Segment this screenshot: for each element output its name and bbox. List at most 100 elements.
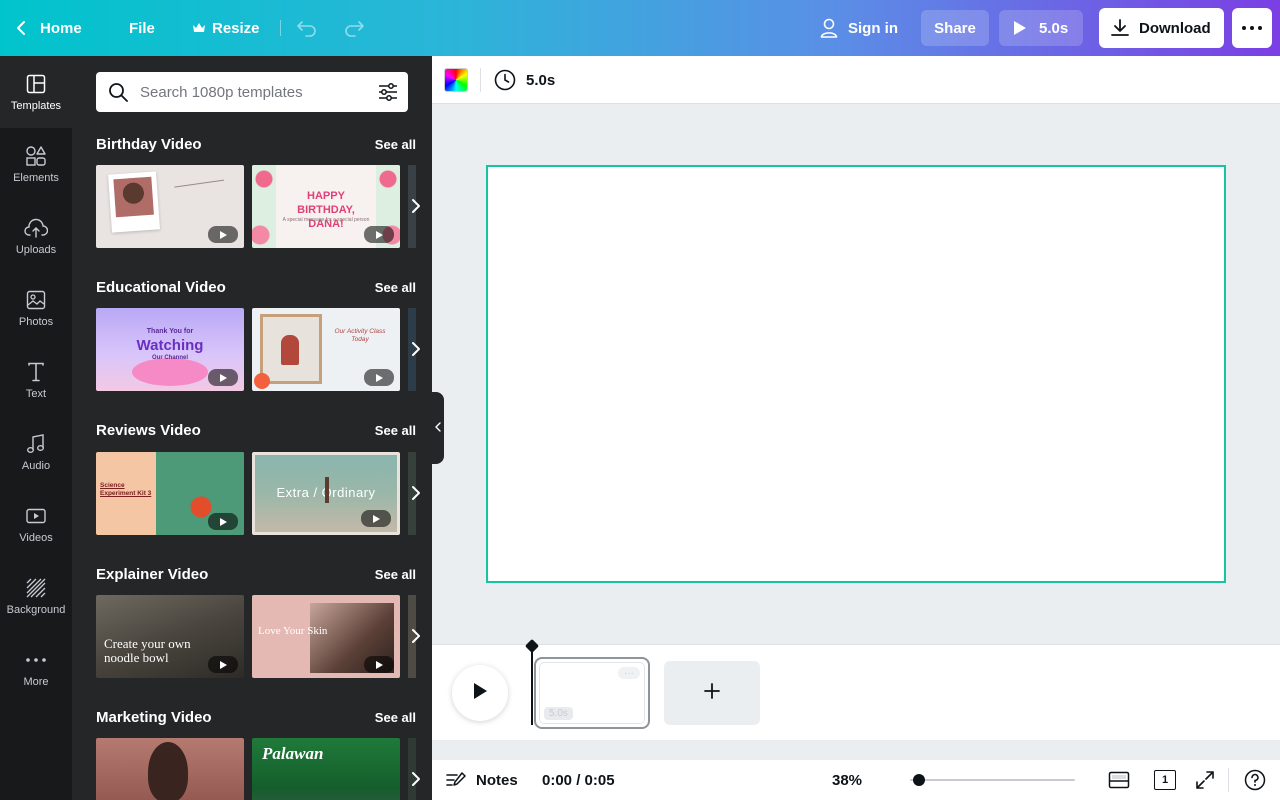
script-decoration xyxy=(174,179,228,215)
undo-button[interactable] xyxy=(296,10,318,46)
page-duration-button[interactable]: 5.0s xyxy=(494,68,555,92)
template-thumbnail[interactable]: Science Experiment Kit 3 xyxy=(96,452,244,535)
redo-icon xyxy=(343,19,365,37)
rail-item-uploads[interactable]: Uploads xyxy=(0,200,72,272)
zoom-slider-track[interactable] xyxy=(910,779,1075,781)
playhead[interactable] xyxy=(531,645,533,725)
section-educational-video: Educational Video See all Thank You for … xyxy=(96,277,420,391)
more-dots-icon xyxy=(26,648,46,672)
rail-item-text[interactable]: Text xyxy=(0,344,72,416)
home-button[interactable]: Home xyxy=(16,10,82,46)
resize-button[interactable]: Resize xyxy=(192,10,260,46)
template-thumbnail[interactable]: Create your own noodle bowl xyxy=(96,595,244,678)
download-icon xyxy=(1111,19,1129,37)
zoom-percentage[interactable]: 38% xyxy=(832,768,862,792)
help-icon xyxy=(1244,769,1266,791)
toolbar-divider xyxy=(480,68,481,92)
template-thumbnail[interactable]: Thank You for Watching Our Channel xyxy=(96,308,244,391)
template-thumbnail[interactable] xyxy=(96,165,244,248)
file-menu-button[interactable]: File xyxy=(129,10,155,46)
rail-item-more[interactable]: More xyxy=(0,632,72,704)
thumbnail-title: Watching xyxy=(136,337,204,354)
rail-item-elements[interactable]: Elements xyxy=(0,128,72,200)
more-options-button[interactable] xyxy=(1232,8,1272,48)
video-badge xyxy=(364,369,394,386)
download-button[interactable]: Download xyxy=(1099,8,1224,48)
template-thumbnail[interactable]: Love Your Skin xyxy=(252,595,400,678)
chevron-right-icon[interactable] xyxy=(403,622,429,650)
clip-duration-badge: 5.0s xyxy=(544,707,573,720)
section-title: Birthday Video xyxy=(96,135,202,153)
undo-icon xyxy=(296,19,318,37)
rail-item-videos[interactable]: Videos xyxy=(0,488,72,560)
timeline-page-clip[interactable]: ··· 5.0s xyxy=(534,657,650,729)
thumbnail-text: Thank You for xyxy=(146,328,194,335)
template-search-input[interactable] xyxy=(140,83,368,101)
video-badge xyxy=(364,656,394,673)
design-canvas[interactable] xyxy=(486,165,1226,583)
pages-icon: 1 xyxy=(1154,770,1176,790)
page-count-button[interactable]: 1 xyxy=(1154,768,1176,792)
chevron-right-icon[interactable] xyxy=(403,479,429,507)
thumbnail-title: Science Experiment Kit 3 xyxy=(100,482,152,497)
thumbnail-title: Create your own noodle bowl xyxy=(104,636,191,665)
section-reviews-video: Reviews Video See all Science Experiment… xyxy=(96,420,420,535)
section-title: Explainer Video xyxy=(96,565,209,583)
section-title: Educational Video xyxy=(96,278,226,296)
rail-item-templates[interactable]: Templates xyxy=(0,56,72,128)
chevron-right-icon[interactable] xyxy=(403,335,429,363)
video-badge xyxy=(208,226,238,243)
fullscreen-button[interactable] xyxy=(1196,768,1214,792)
playhead-handle[interactable] xyxy=(524,638,540,654)
rail-item-photos[interactable]: Photos xyxy=(0,272,72,344)
template-thumbnail[interactable]: Our Activity Class Today xyxy=(252,308,400,391)
see-all-link[interactable]: See all xyxy=(375,423,416,438)
template-thumbnail[interactable]: Extra / Ordinary xyxy=(252,452,400,535)
color-picker-swatch[interactable] xyxy=(444,68,468,92)
chevron-left-icon xyxy=(16,20,26,36)
thumbnail-subtitle: Our Channel xyxy=(151,355,188,361)
timeline: ··· 5.0s xyxy=(432,638,1280,740)
rail-label: Uploads xyxy=(15,244,57,256)
play-icon xyxy=(472,682,488,705)
plus-icon xyxy=(703,682,721,705)
upload-cloud-icon xyxy=(24,216,48,240)
video-badge xyxy=(208,369,238,386)
timeline-play-button[interactable] xyxy=(452,665,508,721)
template-thumbnail[interactable]: Palawan xyxy=(252,738,400,800)
template-thumbnail[interactable] xyxy=(96,738,244,800)
see-all-link[interactable]: See all xyxy=(375,280,416,295)
templates-icon xyxy=(26,72,46,96)
preview-play-button[interactable]: 5.0s xyxy=(999,10,1083,46)
grid-view-icon xyxy=(1108,771,1130,789)
chevron-right-icon[interactable] xyxy=(403,192,429,220)
person-figure xyxy=(325,477,329,503)
redo-button[interactable] xyxy=(343,10,365,46)
chevron-right-icon[interactable] xyxy=(403,765,429,793)
sign-in-button[interactable]: Sign in xyxy=(820,10,898,46)
help-button[interactable] xyxy=(1244,768,1266,792)
background-hatch-icon xyxy=(26,576,46,600)
share-button[interactable]: Share xyxy=(921,10,989,46)
more-horizontal-icon[interactable]: ··· xyxy=(618,667,640,679)
zoom-slider-handle[interactable] xyxy=(913,774,926,786)
editor-footer: Notes 0:00 / 0:05 38% 1 xyxy=(432,760,1280,800)
home-label: Home xyxy=(40,19,82,37)
add-page-button[interactable] xyxy=(664,661,760,725)
video-badge xyxy=(208,513,238,530)
filter-icon[interactable] xyxy=(368,83,408,101)
thumbnail-title: Our Activity Class Today xyxy=(334,328,386,343)
rail-label: Photos xyxy=(18,316,54,328)
grid-view-button[interactable] xyxy=(1108,768,1130,792)
template-thumbnail[interactable]: HAPPY BIRTHDAY, DANA! A special message … xyxy=(252,165,400,248)
rail-item-audio[interactable]: Audio xyxy=(0,416,72,488)
see-all-link[interactable]: See all xyxy=(375,710,416,725)
see-all-link[interactable]: See all xyxy=(375,567,416,582)
notes-button[interactable]: Notes xyxy=(446,768,518,792)
video-icon xyxy=(26,504,46,528)
collapse-panel-button[interactable] xyxy=(432,392,444,464)
section-title: Reviews Video xyxy=(96,421,201,439)
rail-label: Text xyxy=(25,388,47,400)
rail-item-background[interactable]: Background xyxy=(0,560,72,632)
see-all-link[interactable]: See all xyxy=(375,137,416,152)
